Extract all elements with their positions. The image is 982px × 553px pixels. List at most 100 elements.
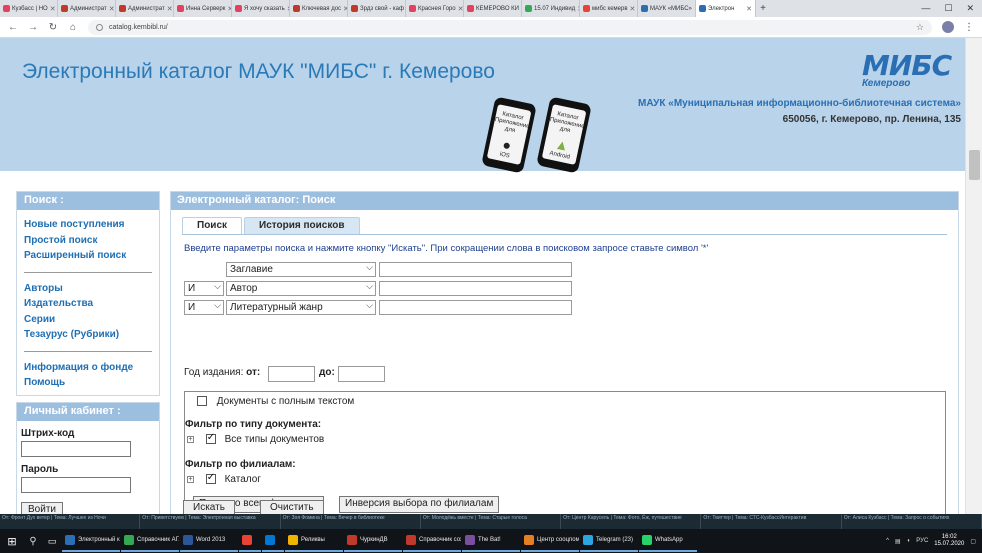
browser-tab[interactable]: Инна Серверк✕	[174, 0, 232, 17]
operator-select-2[interactable]: И ⌵	[184, 281, 224, 296]
task-view-icon[interactable]: ▭	[42, 531, 62, 551]
mail-preview-item[interactable]: От: Алиса Кузбасс | Тема: Запрос о событ…	[842, 514, 982, 529]
language-indicator[interactable]: РУС	[916, 538, 928, 544]
taskbar-app[interactable]: Word 2013	[180, 530, 238, 552]
taskbar-app[interactable]: WhatsApp	[639, 530, 697, 552]
sidebar-link-fund-info[interactable]: Информация о фонде	[17, 360, 159, 376]
maximize-button[interactable]: ☐	[944, 3, 952, 14]
back-arrow-icon[interactable]: ←	[8, 22, 18, 33]
tray-chevron-icon[interactable]: ^	[886, 538, 889, 544]
filter-box: Документы с полным текстом Фильтр по тип…	[184, 391, 946, 514]
sidebar-link-advanced-search[interactable]: Расширенный поиск	[17, 248, 159, 264]
browser-tab[interactable]: мибс кемерв ✕	[580, 0, 638, 17]
close-tab-icon[interactable]: ✕	[109, 5, 115, 13]
taskbar-app[interactable]: Справочник АГ...	[121, 530, 179, 552]
reload-icon[interactable]: ↻	[48, 22, 58, 33]
windows-start-icon[interactable]: ⊞	[0, 535, 24, 548]
invert-branches-button[interactable]: Инверсия выбора по филиалам	[339, 496, 500, 513]
forward-arrow-icon[interactable]: →	[28, 22, 38, 33]
mail-preview-item[interactable]: От: Центр Карусель | Тема: Фото, Ёж, пут…	[561, 514, 702, 529]
taskbar-app[interactable]	[239, 530, 261, 552]
password-input[interactable]	[21, 477, 131, 493]
mail-preview-item[interactable]: От: Твиттер | Тема: СТС-КузбассИнтеракти…	[701, 514, 842, 529]
scrollbar-thumb[interactable]	[969, 150, 980, 180]
android-app-banner[interactable]: Каталог Приложение для ▲ Android	[536, 96, 592, 174]
url-input[interactable]: catalog.kembibl.ru/ ☆	[88, 19, 932, 35]
taskbar-app[interactable]: Электронный к...	[62, 530, 120, 552]
year-from-input[interactable]	[268, 366, 315, 382]
ios-app-banner[interactable]: Каталог Приложение для ● iOS	[481, 96, 537, 174]
browser-tab[interactable]: Краснея Горо ✕	[406, 0, 464, 17]
url-text: catalog.kembibl.ru/	[109, 23, 168, 31]
close-window-button[interactable]: ✕	[966, 3, 974, 14]
site-info-icon[interactable]	[96, 23, 103, 31]
login-button[interactable]: Войти	[21, 502, 63, 514]
clear-button[interactable]: Очистить	[260, 500, 324, 514]
operator-select-3[interactable]: И ⌵	[184, 300, 224, 315]
close-tab-icon[interactable]: ✕	[167, 5, 173, 13]
field-select-3[interactable]: Литературный жанр ⌵	[226, 300, 376, 315]
year-to-input[interactable]	[338, 366, 385, 382]
browser-tab[interactable]: МАУК «МИБС»✕	[638, 0, 696, 17]
page-scrollbar[interactable]	[965, 38, 982, 514]
taskbar-app[interactable]: Центр сооцпом...	[521, 530, 579, 552]
tab-search[interactable]: Поиск	[182, 217, 243, 234]
mail-preview-item[interactable]: От: Зоя Фомина | Тема: Вечер в библиотек…	[281, 514, 421, 529]
taskbar-app[interactable]: ЧуркинДВ	[344, 530, 402, 552]
search-icon[interactable]: ⚲	[24, 536, 42, 547]
mail-preview-item[interactable]: От: Фронт Дух ветер | Тема: Лучшее из Но…	[0, 514, 141, 529]
volume-icon[interactable]: ◖	[907, 538, 911, 544]
sidebar-link-simple-search[interactable]: Простой поиск	[17, 233, 159, 249]
mail-preview-item[interactable]: От: Приветствуем | Тема: Электронная выс…	[140, 514, 281, 529]
doc-all-checkbox[interactable]	[205, 432, 216, 445]
clock[interactable]: 16:02 15.07.2020	[934, 534, 964, 548]
taskbar-app[interactable]: Справочник сох...	[403, 530, 461, 552]
query-input-3[interactable]	[379, 300, 572, 315]
close-tab-icon[interactable]: ✕	[630, 5, 636, 13]
browser-tab-active[interactable]: Электрон ✕	[696, 0, 756, 17]
browser-menu-icon[interactable]: ⋮	[964, 22, 974, 33]
query-input-1[interactable]	[379, 262, 572, 277]
taskbar-app[interactable]: Telegram (23)	[580, 530, 638, 552]
sidebar-link-thesaurus[interactable]: Тезаурус (Рубрики)	[17, 327, 159, 343]
sidebar-link-new-arrivals[interactable]: Новые поступления	[17, 217, 159, 233]
expand-plus-icon[interactable]: +	[187, 435, 194, 443]
close-tab-icon[interactable]: ✕	[50, 5, 56, 13]
browser-tab[interactable]: 15.07 Индивид✕	[522, 0, 580, 17]
close-tab-icon[interactable]: ✕	[458, 5, 463, 13]
sidebar-link-authors[interactable]: Авторы	[17, 281, 159, 297]
notifications-icon[interactable]: ▢	[970, 538, 976, 545]
tab-label: мибс кемерв	[592, 5, 628, 12]
browser-tab[interactable]: Зрдз свой - каф✕	[348, 0, 406, 17]
browser-tab[interactable]: Кузбасс | НО ✕	[0, 0, 58, 17]
home-icon[interactable]: ⌂	[68, 22, 78, 33]
taskbar-app[interactable]: The Bat!	[462, 530, 520, 552]
browser-tab[interactable]: Ключевая дос✕	[290, 0, 348, 17]
sidebar-link-help[interactable]: Помощь	[17, 375, 159, 391]
close-tab-icon[interactable]: ✕	[746, 5, 752, 13]
barcode-input[interactable]	[21, 441, 131, 457]
mibs-logo[interactable]: МИБС Кемерово	[862, 52, 960, 96]
field-select-2[interactable]: Автор ⌵	[226, 281, 376, 296]
field-select-1[interactable]: Заглавие ⌵	[226, 262, 376, 277]
bookmark-star-icon[interactable]: ☆	[916, 22, 924, 33]
browser-tab[interactable]: Администрат ✕	[58, 0, 116, 17]
expand-plus-icon[interactable]: +	[187, 475, 194, 483]
browser-tab[interactable]: КЕМЕРОВО КИ✕	[464, 0, 522, 17]
tab-search-history[interactable]: История поисков	[244, 217, 360, 234]
profile-avatar[interactable]	[942, 21, 954, 33]
query-input-2[interactable]	[379, 281, 572, 296]
search-submit-button[interactable]: Искать	[183, 500, 235, 514]
browser-tab[interactable]: Я хочу сказать✕	[232, 0, 290, 17]
mail-preview-item[interactable]: От: Молодёжь вместе | Тема: Старые голос…	[421, 514, 562, 529]
minimize-button[interactable]: —	[921, 3, 930, 14]
taskbar-app[interactable]: Реликвы	[285, 530, 343, 552]
network-icon[interactable]: ▤	[895, 538, 901, 545]
new-tab-button[interactable]: +	[756, 3, 770, 14]
taskbar-app[interactable]	[262, 530, 284, 552]
branch-catalog-checkbox[interactable]	[205, 472, 216, 485]
sidebar-link-series[interactable]: Серии	[17, 312, 159, 328]
browser-tab[interactable]: Администрат ✕	[116, 0, 174, 17]
fulltext-checkbox[interactable]	[197, 396, 207, 407]
sidebar-link-publishers[interactable]: Издательства	[17, 296, 159, 312]
